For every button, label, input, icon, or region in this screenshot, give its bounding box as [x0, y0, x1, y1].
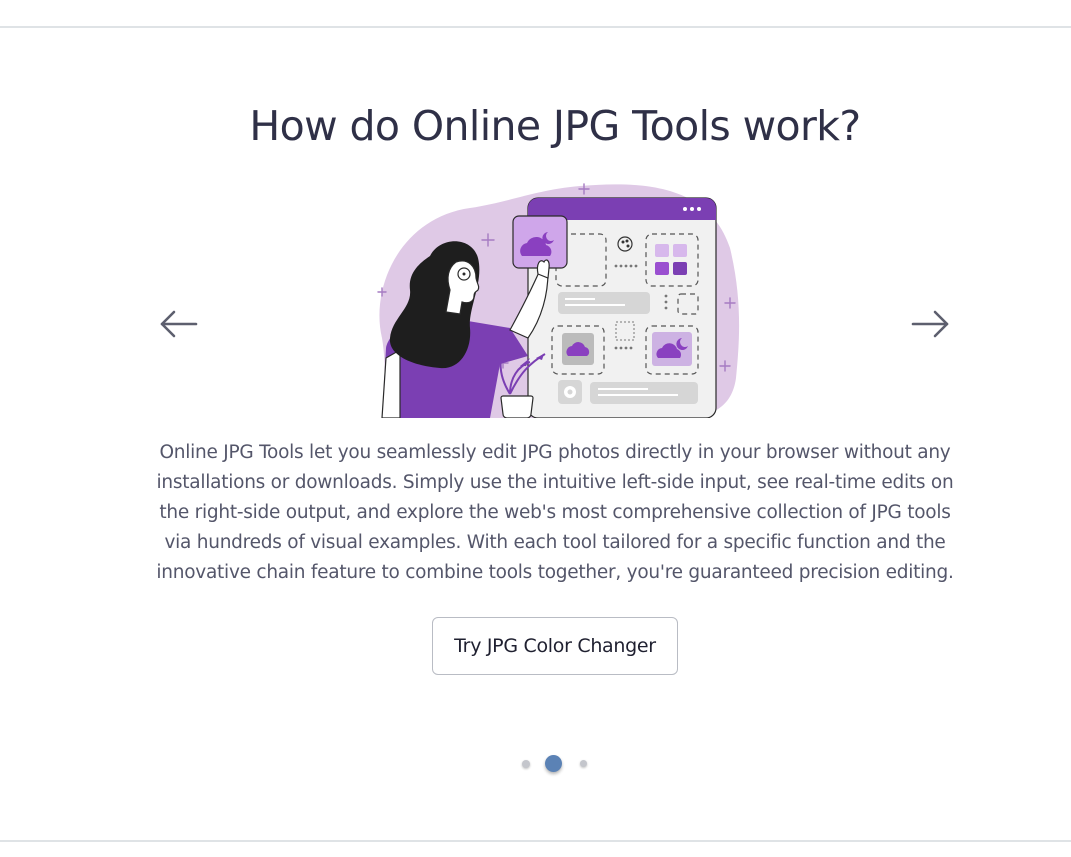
section-title: How do Online JPG Tools work?	[249, 102, 861, 150]
carousel-dot-1[interactable]	[522, 760, 530, 768]
carousel-prev-button[interactable]	[159, 306, 199, 342]
carousel-dot-3[interactable]	[580, 760, 587, 767]
carousel-pagination	[518, 752, 594, 776]
bottom-divider	[0, 840, 1071, 842]
arrow-left-icon	[160, 310, 198, 338]
carousel-next-button[interactable]	[910, 306, 950, 342]
carousel-dot-2-active[interactable]	[545, 755, 562, 772]
try-tool-button[interactable]: Try JPG Color Changer	[432, 617, 678, 675]
arrow-right-icon	[911, 310, 949, 338]
tools-illustration	[360, 178, 746, 419]
section-description: Online JPG Tools let you seamlessly edit…	[156, 442, 954, 583]
top-divider	[0, 26, 1071, 28]
